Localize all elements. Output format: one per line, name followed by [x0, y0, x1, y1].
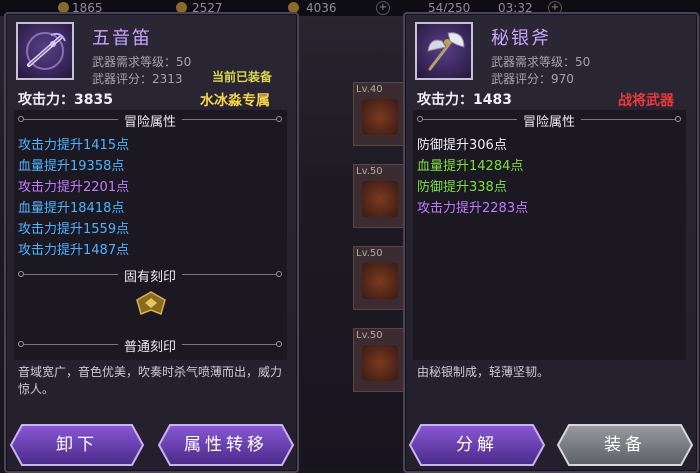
- unequip-button[interactable]: 卸下: [8, 422, 146, 468]
- stat-line: 攻击力提升1487点: [18, 243, 130, 258]
- unequip-label: 卸下: [56, 435, 98, 455]
- stat-line: 血量提升19358点: [18, 159, 125, 174]
- imprint-emblem-icon: [136, 291, 166, 316]
- slot-level: Lv.50: [356, 330, 383, 341]
- inventory-slot[interactable]: Lv.50: [353, 164, 407, 228]
- weapon-description: 音域宽广，音色优美，吹奏时杀气喷薄而出，威力惊人。: [18, 365, 283, 396]
- attack-power: 攻击力：3835: [18, 92, 113, 108]
- inherent-imprint-title: 固有刻印: [117, 270, 182, 285]
- resource-3-value: 4036: [306, 1, 337, 15]
- weapon-score-label: 武器评分: [92, 72, 141, 86]
- axe-icon: [427, 32, 465, 71]
- attack-value: 3835: [74, 92, 113, 108]
- inherent-imprint-header: 固有刻印: [16, 266, 284, 285]
- required-level-value: 50: [176, 55, 192, 69]
- weapon-portrait: [415, 22, 473, 80]
- adventure-attributes-title: 冒险属性: [516, 115, 581, 130]
- slot-level: Lv.50: [356, 166, 383, 177]
- weapon-class-tag: 战将武器: [618, 93, 674, 109]
- required-level-label: 武器需求等级: [491, 55, 564, 69]
- stat-line: 血量提升18418点: [18, 201, 125, 216]
- add-resource-button[interactable]: +: [376, 1, 390, 15]
- stat-line: 攻击力提升2283点: [417, 201, 529, 216]
- stat-line: 攻击力提升1415点: [18, 138, 130, 153]
- decompose-label: 分解: [456, 435, 498, 455]
- compare-weapon-panel: 秘银斧 武器需求等级：50 武器评分：970 攻击力：1483 战将武器 冒险属…: [403, 12, 699, 473]
- weapon-name: 秘银斧: [491, 28, 551, 49]
- slot-level: Lv.40: [356, 84, 383, 95]
- weapon-description: 由秘银制成，轻薄坚韧。: [417, 365, 550, 379]
- exclusive-tag: 水冰淼专属: [200, 93, 270, 109]
- weapon-score-value: 970: [551, 72, 574, 86]
- weapon-icon: [362, 181, 398, 217]
- attack-label: 攻击力: [417, 92, 459, 108]
- attribute-transfer-button[interactable]: 属性转移: [156, 422, 296, 468]
- inventory-slot[interactable]: Lv.50: [353, 328, 407, 392]
- inventory-slot[interactable]: Lv.50: [353, 246, 407, 310]
- stat-line: 防御提升306点: [417, 138, 507, 153]
- flute-icon: [26, 32, 66, 70]
- attribute-transfer-label: 属性转移: [184, 435, 268, 455]
- weapon-score: 武器评分：2313: [92, 72, 183, 86]
- equip-button[interactable]: 装备: [555, 422, 695, 468]
- weapon-icon: [362, 99, 398, 135]
- adventure-attributes-header: 冒险属性: [16, 111, 284, 130]
- weapon-portrait: [16, 22, 74, 80]
- equipped-weapon-panel: 五音笛 武器需求等级：50 武器评分：2313 当前已装备 攻击力：3835 水…: [4, 12, 299, 473]
- weapon-score-label: 武器评分: [491, 72, 540, 86]
- stat-line: 防御提升338点: [417, 180, 507, 195]
- slot-level: Lv.50: [356, 248, 383, 259]
- stat-line: 攻击力提升2201点: [18, 180, 130, 195]
- inventory-slot[interactable]: Lv.40: [353, 82, 407, 146]
- decompose-button[interactable]: 分解: [407, 422, 547, 468]
- inventory-column: Lv.40 Lv.50 Lv.50 Lv.50: [345, 70, 407, 469]
- required-level-label: 武器需求等级: [92, 55, 165, 69]
- weapon-score-value: 2313: [152, 72, 183, 86]
- equipped-status: 当前已装备: [212, 70, 273, 84]
- adventure-attributes-title: 冒险属性: [117, 115, 182, 130]
- required-level: 武器需求等级：50: [92, 55, 192, 69]
- attack-power: 攻击力：1483: [417, 92, 512, 108]
- weapon-score: 武器评分：970: [491, 72, 574, 86]
- weapon-icon: [362, 345, 398, 381]
- attack-value: 1483: [473, 92, 512, 108]
- weapon-name: 五音笛: [92, 28, 152, 49]
- normal-imprint-title: 普通刻印: [117, 340, 182, 355]
- normal-imprint-header: 普通刻印: [16, 336, 284, 355]
- weapon-icon: [362, 263, 398, 299]
- equip-label: 装备: [604, 435, 646, 455]
- stat-line: 攻击力提升1559点: [18, 222, 130, 237]
- attack-label: 攻击力: [18, 92, 60, 108]
- required-level: 武器需求等级：50: [491, 55, 591, 69]
- stat-line: 血量提升14284点: [417, 159, 524, 174]
- required-level-value: 50: [575, 55, 591, 69]
- adventure-attributes-header: 冒险属性: [415, 111, 683, 130]
